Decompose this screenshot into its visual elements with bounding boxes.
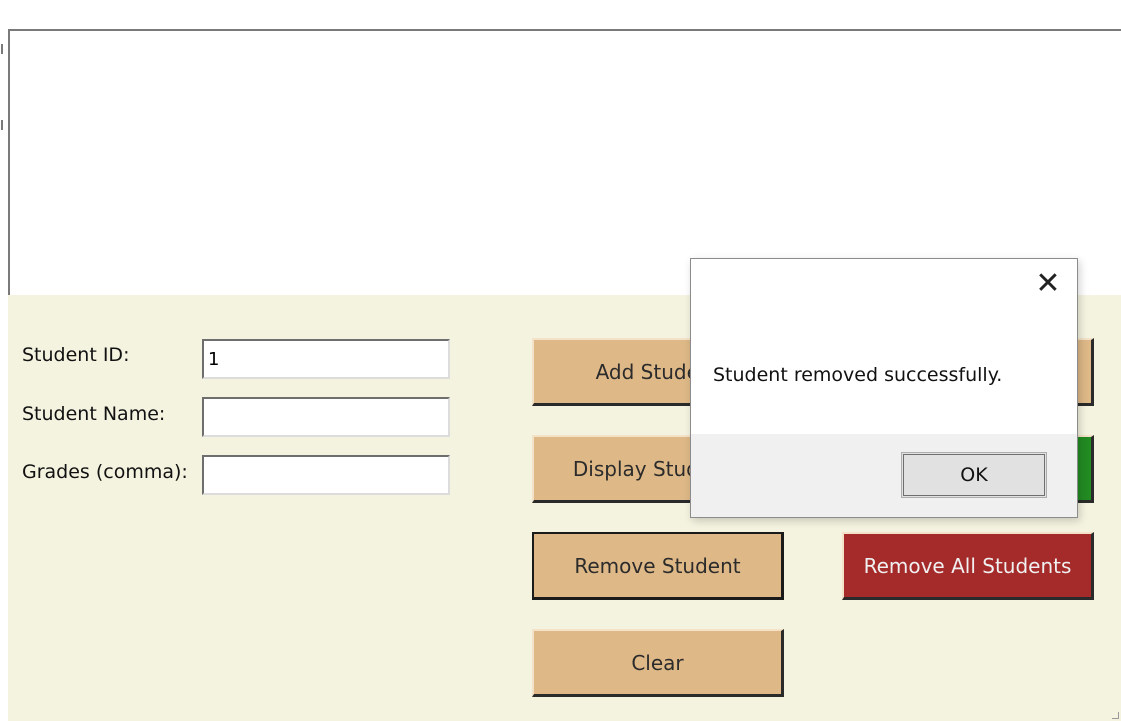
grades-field[interactable] — [202, 455, 450, 495]
student-name-field[interactable] — [202, 397, 450, 437]
clear-button-label: Clear — [631, 650, 684, 675]
student-id-field[interactable]: 1 — [202, 339, 450, 379]
output-text-area[interactable] — [8, 29, 1121, 295]
clear-button[interactable]: Clear — [532, 629, 784, 697]
edge-tick — [1, 44, 3, 54]
edge-tick — [1, 120, 3, 130]
remove-all-students-button[interactable]: Remove All Students — [842, 532, 1094, 600]
message-dialog: ✕ Student removed successfully. OK — [690, 258, 1078, 518]
resize-grip[interactable] — [1112, 712, 1119, 719]
student-name-label: Student Name: — [22, 403, 166, 425]
window-top-strip — [0, 0, 1121, 29]
dialog-footer: OK — [691, 434, 1077, 517]
student-id-label: Student ID: — [22, 344, 130, 366]
remove-student-button-label: Remove Student — [574, 553, 741, 578]
ok-button[interactable]: OK — [901, 452, 1047, 498]
close-icon[interactable]: ✕ — [1033, 269, 1063, 299]
dialog-message: Student removed successfully. — [713, 364, 1003, 386]
remove-student-button[interactable]: Remove Student — [532, 532, 784, 600]
grades-label: Grades (comma): — [22, 461, 188, 483]
left-edge — [0, 0, 8, 721]
ok-button-label: OK — [960, 464, 988, 486]
remove-all-students-button-label: Remove All Students — [863, 553, 1072, 578]
